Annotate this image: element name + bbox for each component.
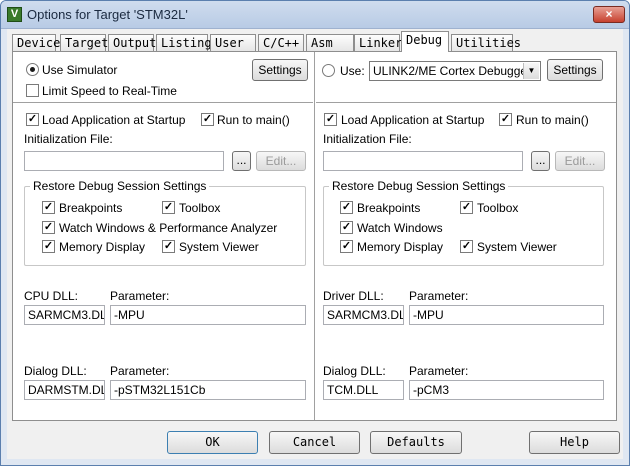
ok-button[interactable]: OK <box>167 431 258 454</box>
right-init-edit-button[interactable]: Edit... <box>555 151 605 171</box>
right-dialog-dll-label: Dialog DLL: <box>323 364 386 378</box>
right-dialog-dll-input[interactable]: TCM.DLL <box>323 380 404 400</box>
tab-device[interactable]: Device <box>12 34 60 51</box>
title-bar[interactable]: V Options for Target 'STM32L' × <box>1 1 629 29</box>
left-system-viewer-checkbox[interactable]: ✓ <box>162 240 175 253</box>
right-init-file-label: Initialization File: <box>323 132 412 146</box>
right-init-file-input[interactable] <box>323 151 523 171</box>
tab-user[interactable]: User <box>210 34 256 51</box>
left-load-app-checkbox[interactable]: ✓ <box>26 113 39 126</box>
debugger-select[interactable]: ULINK2/ME Cortex Debugger ▼ <box>369 61 541 81</box>
cpu-param-label: Parameter: <box>110 289 170 303</box>
cpu-dll-input[interactable]: SARMCM3.DLL <box>24 305 105 325</box>
tab-listing[interactable]: Listing <box>156 34 212 51</box>
simulator-settings-button[interactable]: Settings <box>252 59 308 81</box>
left-dialog-dll-label: Dialog DLL: <box>24 364 87 378</box>
left-breakpoints-label: Breakpoints <box>59 201 123 215</box>
left-init-file-label: Initialization File: <box>24 132 113 146</box>
defaults-button[interactable]: Defaults <box>370 431 462 454</box>
limit-speed-checkbox[interactable] <box>26 84 39 97</box>
left-run-to-main-label: Run to main() <box>217 113 290 127</box>
driver-param-input[interactable]: -MPU <box>409 305 604 325</box>
use-simulator-label: Use Simulator <box>42 63 118 77</box>
window-title: Options for Target 'STM32L' <box>27 7 188 22</box>
tab-output[interactable]: Output <box>108 34 156 51</box>
left-init-browse-button[interactable]: ... <box>232 151 251 171</box>
left-run-to-main-checkbox[interactable]: ✓ <box>201 113 214 126</box>
left-restore-title: Restore Debug Session Settings <box>30 179 210 193</box>
limit-speed-label: Limit Speed to Real-Time <box>42 84 177 98</box>
use-debugger-label: Use: <box>340 64 365 78</box>
right-divider <box>316 102 616 103</box>
chevron-down-icon[interactable]: ▼ <box>523 63 539 79</box>
left-watch-windows-label: Watch Windows & Performance Analyzer <box>59 221 278 235</box>
right-dialog-param-input[interactable]: -pCM3 <box>409 380 604 400</box>
right-load-app-label: Load Application at Startup <box>341 113 485 127</box>
left-system-viewer-label: System Viewer <box>179 240 259 254</box>
left-divider <box>13 102 313 103</box>
right-system-viewer-checkbox[interactable]: ✓ <box>460 240 473 253</box>
right-breakpoints-label: Breakpoints <box>357 201 421 215</box>
tab-debug[interactable]: Debug <box>401 31 449 52</box>
cpu-param-input[interactable]: -MPU <box>110 305 306 325</box>
right-memory-display-label: Memory Display <box>357 240 444 254</box>
right-memory-display-checkbox[interactable]: ✓ <box>340 240 353 253</box>
column-divider <box>314 52 315 420</box>
left-toolbox-checkbox[interactable]: ✓ <box>162 201 175 214</box>
left-memory-display-label: Memory Display <box>59 240 146 254</box>
left-load-app-label: Load Application at Startup <box>42 113 186 127</box>
left-dialog-param-input[interactable]: -pSTM32L151Cb <box>110 380 306 400</box>
left-init-edit-button[interactable]: Edit... <box>256 151 306 171</box>
cpu-dll-label: CPU DLL: <box>24 289 79 303</box>
radio-selected-dot <box>30 67 35 72</box>
right-run-to-main-checkbox[interactable]: ✓ <box>499 113 512 126</box>
use-debugger-radio[interactable] <box>322 64 335 77</box>
right-watch-windows-checkbox[interactable]: ✓ <box>340 221 353 234</box>
right-run-to-main-label: Run to main() <box>516 113 589 127</box>
tab-c-cpp[interactable]: C/C++ <box>258 34 304 51</box>
driver-dll-input[interactable]: SARMCM3.DLL <box>323 305 404 325</box>
tab-linker[interactable]: Linker <box>354 34 402 51</box>
keil-app-icon: V <box>7 7 22 22</box>
driver-dll-label: Driver DLL: <box>323 289 384 303</box>
right-watch-windows-label: Watch Windows <box>357 221 443 235</box>
right-dialog-param-label: Parameter: <box>409 364 469 378</box>
cancel-button[interactable]: Cancel <box>269 431 360 454</box>
tab-asm[interactable]: Asm <box>306 34 354 51</box>
left-init-file-input[interactable] <box>24 151 224 171</box>
driver-param-label: Parameter: <box>409 289 469 303</box>
debugger-select-value: ULINK2/ME Cortex Debugger <box>373 64 532 78</box>
left-memory-display-checkbox[interactable]: ✓ <box>42 240 55 253</box>
help-button[interactable]: Help <box>529 431 620 454</box>
debugger-settings-button[interactable]: Settings <box>547 59 603 81</box>
left-breakpoints-checkbox[interactable]: ✓ <box>42 201 55 214</box>
left-watch-windows-checkbox[interactable]: ✓ <box>42 221 55 234</box>
tab-utilities[interactable]: Utilities <box>451 34 521 51</box>
close-button[interactable]: × <box>593 6 625 23</box>
right-toolbox-label: Toolbox <box>477 201 519 215</box>
right-toolbox-checkbox[interactable]: ✓ <box>460 201 473 214</box>
right-restore-title: Restore Debug Session Settings <box>329 179 509 193</box>
left-toolbox-label: Toolbox <box>179 201 221 215</box>
right-system-viewer-label: System Viewer <box>477 240 557 254</box>
left-dialog-dll-input[interactable]: DARMSTM.DLL <box>24 380 105 400</box>
right-breakpoints-checkbox[interactable]: ✓ <box>340 201 353 214</box>
left-dialog-param-label: Parameter: <box>110 364 170 378</box>
right-load-app-checkbox[interactable]: ✓ <box>324 113 337 126</box>
right-init-browse-button[interactable]: ... <box>531 151 550 171</box>
use-simulator-radio[interactable] <box>26 63 39 76</box>
tab-target[interactable]: Target <box>60 34 108 51</box>
